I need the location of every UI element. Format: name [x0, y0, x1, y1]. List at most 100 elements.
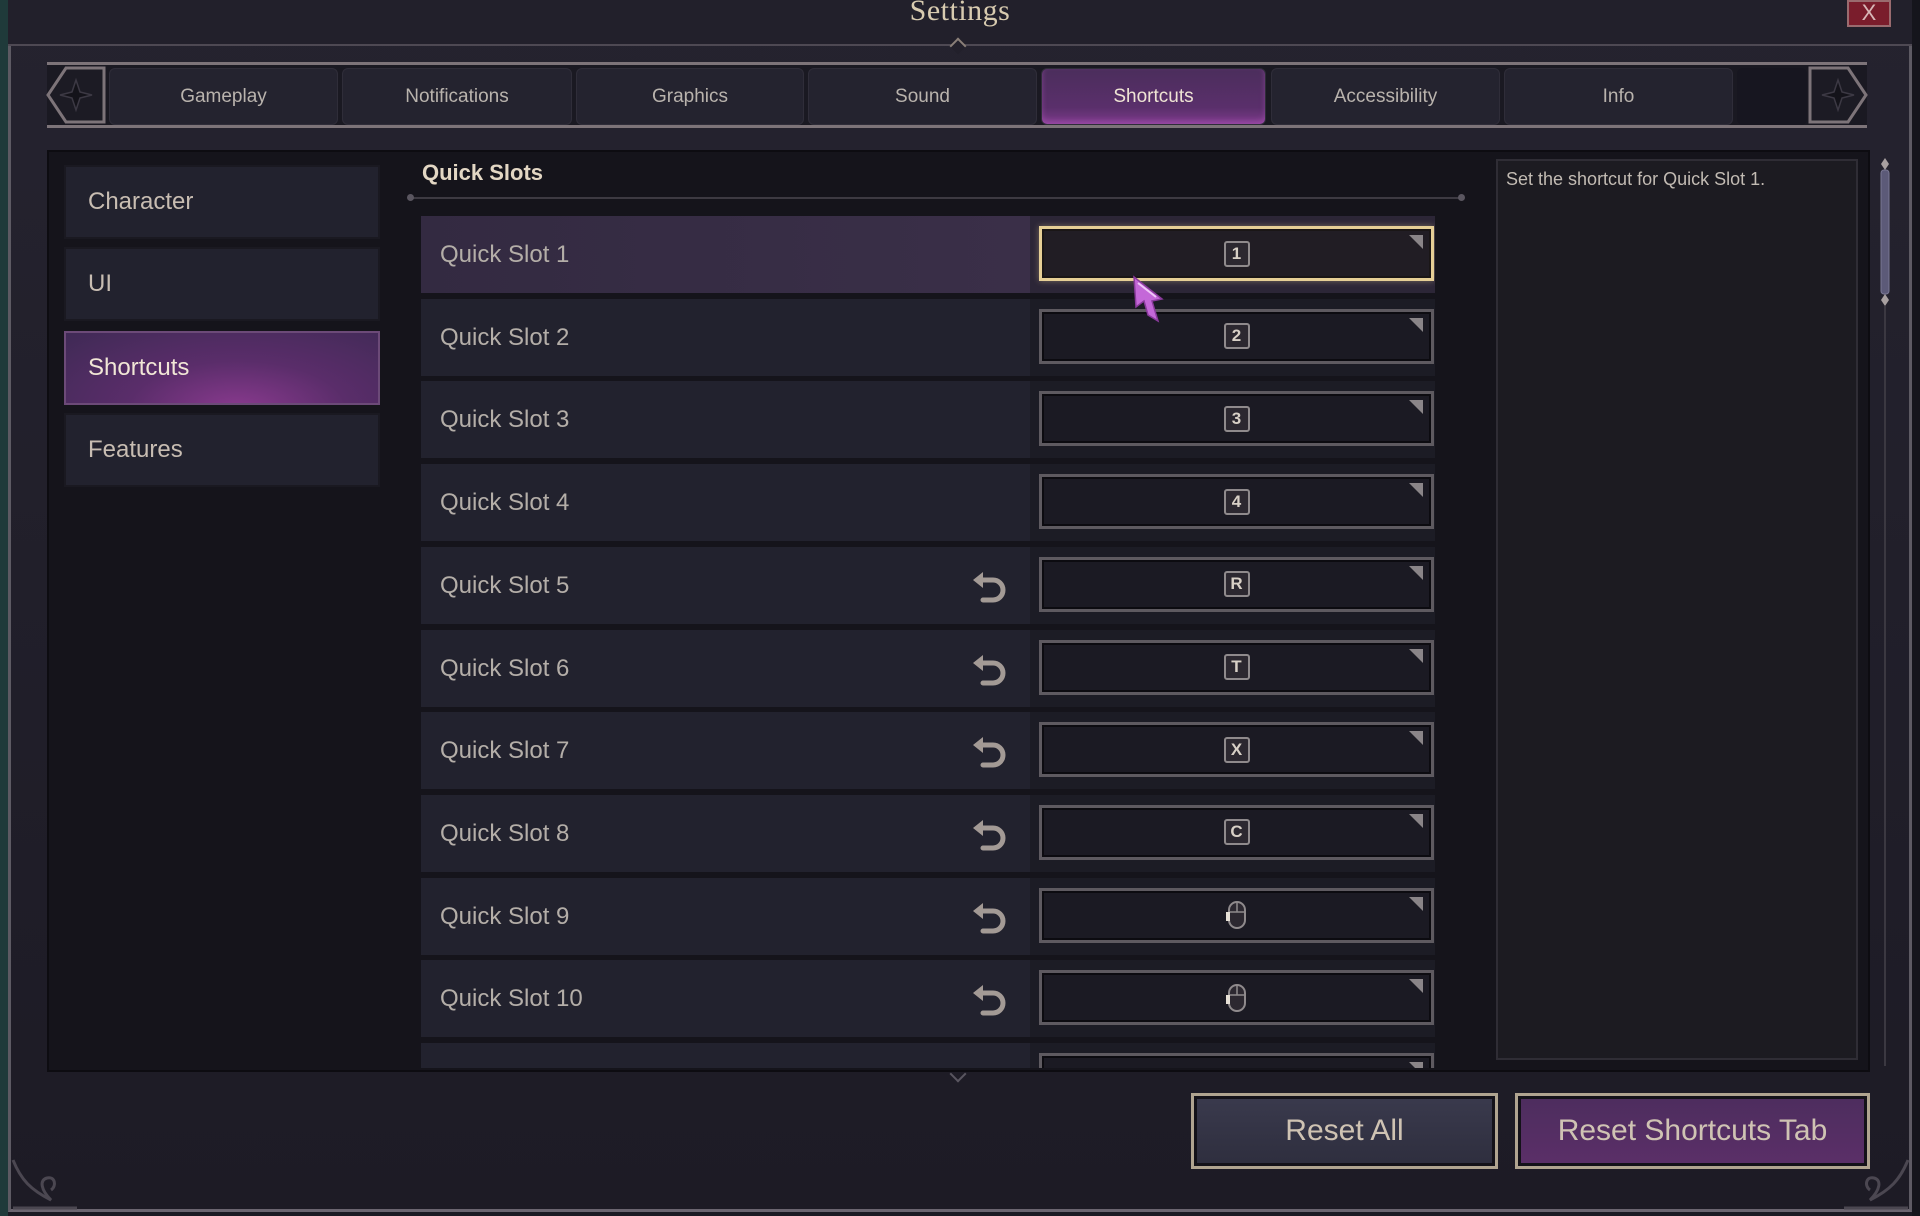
shortcut-label: Quick Slot 10 — [440, 985, 583, 1013]
key-binding-dropdown[interactable]: 4 — [1039, 474, 1434, 530]
key-binding-dropdown[interactable]: T — [1039, 639, 1434, 695]
reset-default-icon[interactable] — [969, 897, 1011, 937]
close-button[interactable]: X — [1847, 0, 1891, 27]
window-title: Settings — [909, 0, 1011, 27]
tab-scroll-right-button[interactable] — [1804, 62, 1870, 128]
shortcut-label: Quick Slot 9 — [440, 902, 570, 930]
dropdown-corner-icon — [1409, 813, 1423, 828]
shortcut-label: Quick Slot 1 — [440, 241, 570, 268]
shortcut-row[interactable]: Quick Slot 6 T — [421, 629, 1435, 707]
key-cap: 4 — [1223, 488, 1250, 515]
description-panel: Set the shortcut for Quick Slot 1. — [1496, 159, 1858, 1060]
sidebar-item-character[interactable]: Character — [64, 165, 380, 239]
section-divider — [407, 194, 1465, 201]
tab-label: Gameplay — [180, 85, 267, 107]
mouse-side-button-icon — [1225, 901, 1246, 930]
tab-shortcuts[interactable]: Shortcuts — [1041, 68, 1266, 125]
tab-sound[interactable]: Sound — [808, 68, 1037, 125]
dropdown-corner-icon — [1409, 317, 1423, 332]
key-binding-dropdown[interactable]: C — [1039, 804, 1434, 860]
sidebar-item-label: Character — [88, 188, 194, 215]
tab-label: Info — [1602, 85, 1635, 107]
background-right-edge — [1912, 0, 1920, 1216]
key-cap: C — [1223, 819, 1250, 846]
shortcut-row[interactable]: Quick Slot 4 4 — [421, 464, 1435, 542]
key-cap: 2 — [1223, 323, 1250, 350]
shortcut-row[interactable]: Quick Slot 7 X — [421, 712, 1435, 790]
tab-label: Sound — [895, 85, 950, 107]
shortcut-row[interactable] — [421, 1043, 1435, 1068]
shortcut-label: Quick Slot 7 — [440, 737, 570, 765]
shortcut-row[interactable]: Quick Slot 8 C — [421, 794, 1435, 872]
tab-empty-slot — [1737, 68, 1807, 125]
tab-graphics[interactable]: Graphics — [576, 68, 804, 125]
shortcut-label: Quick Slot 6 — [440, 654, 570, 682]
dropdown-corner-icon — [1409, 896, 1423, 911]
key-binding-dropdown[interactable] — [1039, 970, 1434, 1026]
key-binding-dropdown[interactable]: 1 — [1039, 226, 1434, 281]
shortcut-row[interactable]: Quick Slot 2 2 — [421, 298, 1435, 376]
dropdown-corner-icon — [1409, 979, 1423, 994]
dropdown-corner-icon — [1409, 483, 1423, 498]
corner-ornament-icon — [1844, 1159, 1910, 1210]
shortcut-row[interactable]: Quick Slot 10 — [421, 960, 1435, 1038]
dropdown-corner-icon — [1409, 1062, 1423, 1068]
tab-scroll-left-button[interactable] — [44, 62, 110, 128]
sidebar-item-label: Shortcuts — [88, 354, 190, 381]
key-binding-dropdown[interactable]: 2 — [1039, 308, 1434, 364]
dropdown-corner-icon — [1409, 648, 1423, 663]
sidebar-item-label: Features — [88, 436, 183, 463]
shortcut-row[interactable]: Quick Slot 1 1 — [421, 216, 1435, 293]
shortcut-row[interactable]: Quick Slot 3 3 — [421, 381, 1435, 459]
tab-label: Graphics — [651, 85, 729, 107]
tab-gameplay[interactable]: Gameplay — [109, 68, 338, 125]
reset-default-icon[interactable] — [969, 566, 1011, 606]
reset-default-icon[interactable] — [969, 649, 1011, 689]
key-binding-dropdown[interactable] — [1039, 887, 1434, 943]
key-cap: T — [1223, 654, 1250, 680]
tab-info[interactable]: Info — [1504, 68, 1733, 125]
section-title: Quick Slots — [422, 160, 544, 185]
dropdown-corner-icon — [1409, 731, 1423, 746]
dropdown-corner-icon — [1409, 235, 1423, 249]
key-binding-dropdown[interactable]: 3 — [1039, 391, 1434, 447]
reset-shortcuts-tab-button[interactable]: Reset Shortcuts Tab — [1515, 1093, 1870, 1169]
key-cap: R — [1223, 571, 1250, 598]
key-cap: X — [1223, 736, 1250, 763]
shortcut-label: Quick Slot 8 — [440, 819, 570, 847]
tab-notifications[interactable]: Notifications — [342, 68, 572, 125]
background-left-edge — [0, 0, 8, 1216]
key-cap: 1 — [1223, 240, 1250, 267]
shortcut-label: Quick Slot 5 — [440, 571, 570, 599]
sidebar-item-label: UI — [88, 270, 112, 297]
reset-default-icon[interactable] — [969, 731, 1011, 771]
mouse-side-button-icon — [1225, 983, 1246, 1012]
sidebar-item-features[interactable]: Features — [64, 413, 380, 487]
shortcut-row[interactable]: Quick Slot 5 R — [421, 546, 1435, 624]
tab-accessibility[interactable]: Accessibility — [1271, 68, 1500, 125]
reset-shortcuts-tab-label: Reset Shortcuts Tab — [1557, 1114, 1828, 1147]
shortcut-list[interactable]: Quick Slot 1 1 Quick Slot 2 2 Quick Slot… — [421, 216, 1435, 1068]
scrollbar-thumb[interactable] — [1878, 158, 1892, 306]
shortcut-label: Quick Slot 3 — [440, 406, 570, 434]
sidebar-item-ui[interactable]: UI — [64, 247, 380, 321]
corner-ornament-icon — [11, 1159, 77, 1210]
row-label-background — [421, 1043, 1030, 1068]
shortcut-label: Quick Slot 2 — [440, 323, 570, 351]
shortcut-row[interactable]: Quick Slot 9 — [421, 877, 1435, 955]
sidebar-item-shortcuts[interactable]: Shortcuts — [64, 331, 380, 405]
shortcut-label: Quick Slot 4 — [440, 489, 570, 517]
key-binding-dropdown[interactable]: X — [1039, 722, 1434, 778]
reset-default-icon[interactable] — [969, 814, 1011, 854]
tab-label: Shortcuts — [1113, 85, 1194, 107]
reset-all-button[interactable]: Reset All — [1191, 1093, 1498, 1169]
description-text: Set the shortcut for Quick Slot 1. — [1506, 169, 1766, 189]
reset-default-icon[interactable] — [969, 1062, 1011, 1068]
scrollbar-track[interactable] — [1884, 306, 1886, 1066]
reset-default-icon[interactable] — [969, 979, 1011, 1019]
reset-all-label: Reset All — [1285, 1114, 1404, 1147]
key-binding-dropdown[interactable]: R — [1039, 556, 1434, 612]
key-binding-dropdown[interactable] — [1039, 1053, 1434, 1068]
dropdown-corner-icon — [1409, 565, 1423, 580]
tab-label: Accessibility — [1333, 85, 1438, 107]
